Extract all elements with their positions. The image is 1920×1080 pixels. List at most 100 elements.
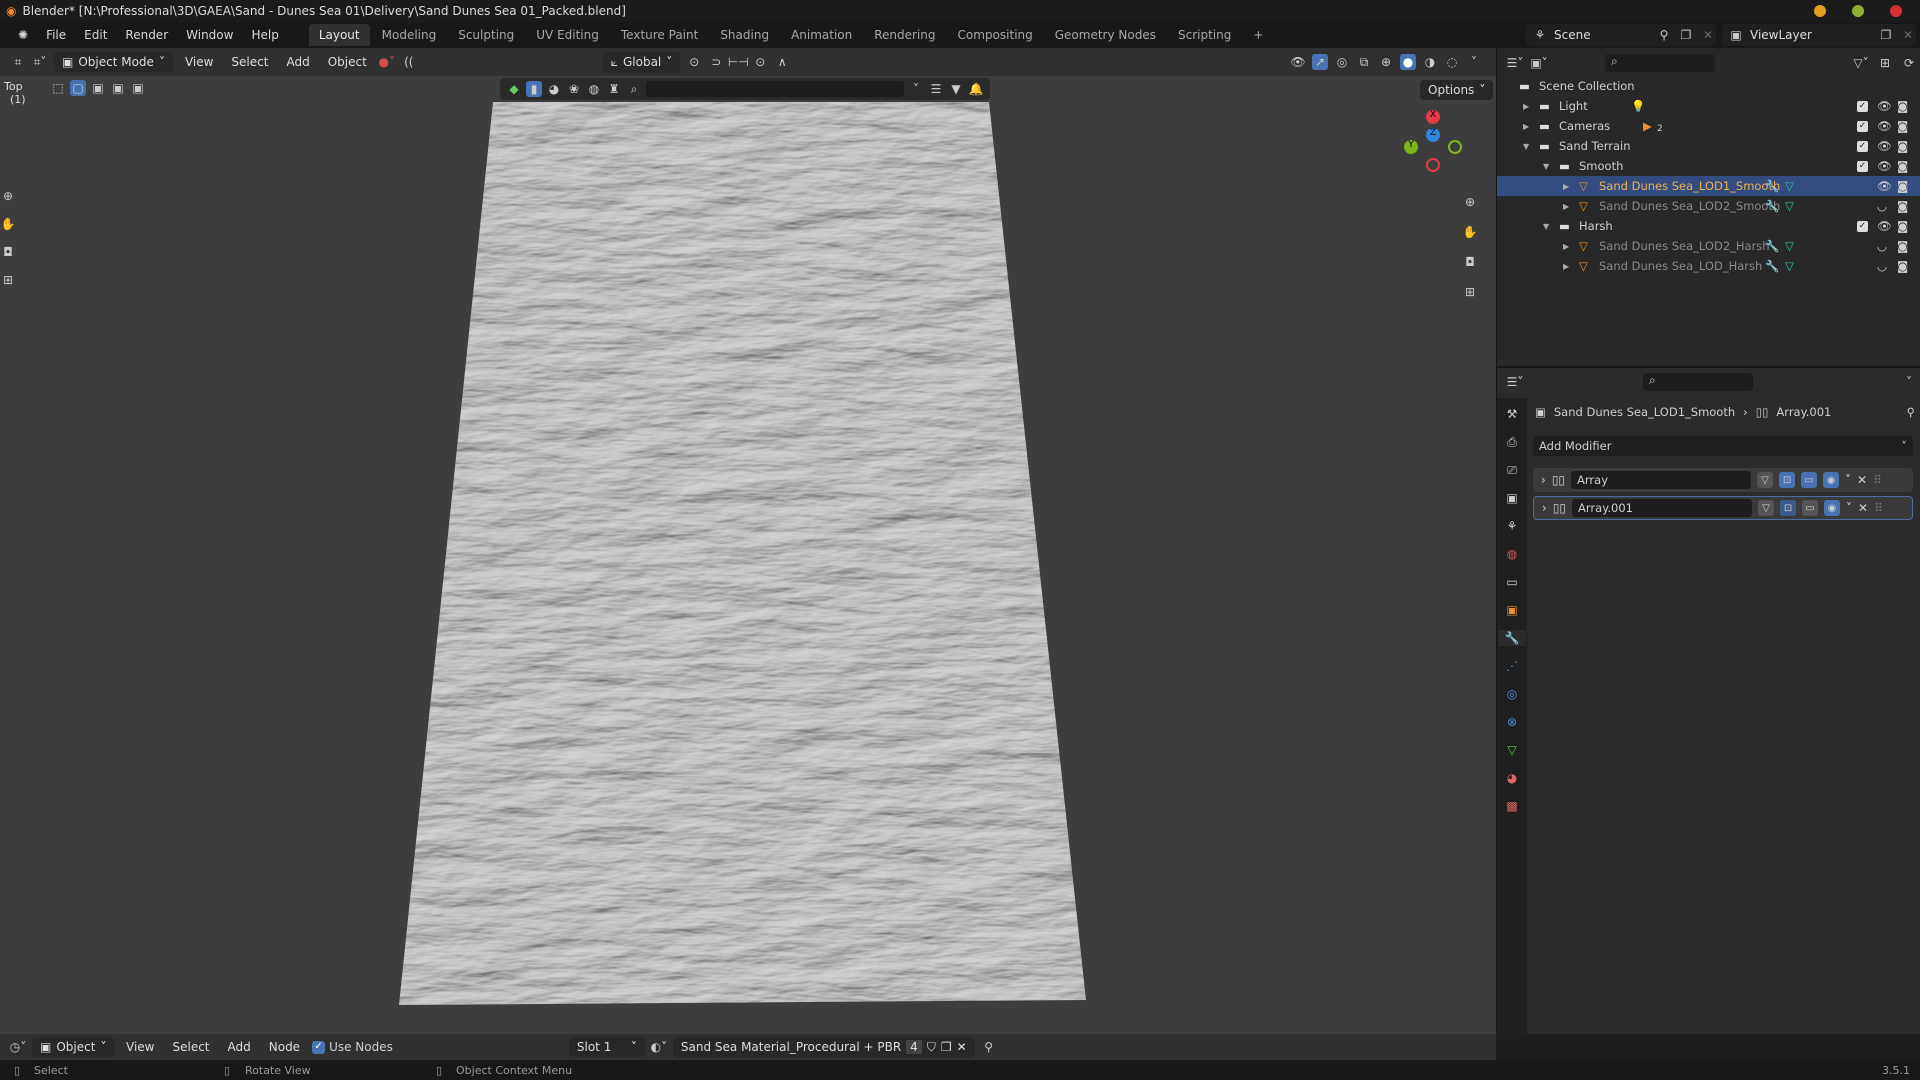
sync-icon[interactable]: ⟳: [1901, 55, 1917, 71]
move-tool-icon[interactable]: ✋: [0, 216, 16, 232]
menu-view[interactable]: View: [120, 1037, 160, 1057]
chevron-down-icon[interactable]: ˅: [908, 81, 924, 97]
axis-y-icon[interactable]: Y: [1404, 140, 1418, 154]
menu-select[interactable]: Select: [225, 52, 274, 72]
scene-tab-icon[interactable]: ⚘: [1504, 518, 1520, 534]
proportional-edit-icon[interactable]: ⊙: [752, 54, 768, 70]
physics-tab-icon[interactable]: ◎: [1504, 686, 1520, 702]
tab-scripting[interactable]: Scripting: [1168, 24, 1241, 46]
exclude-checkbox[interactable]: ✓: [1857, 160, 1868, 172]
tool-tab-icon[interactable]: ⚒: [1504, 406, 1520, 422]
mesh-data-icon[interactable]: ▽: [1785, 259, 1794, 273]
properties-search-input[interactable]: ⌕: [1643, 373, 1753, 391]
material-shading-icon[interactable]: ◑: [1422, 54, 1438, 70]
matcap-icon[interactable]: ◕: [546, 81, 562, 97]
user-count[interactable]: 4: [906, 1040, 922, 1054]
drag-handle-icon[interactable]: ⠿: [1873, 473, 1882, 487]
menu-edit[interactable]: Edit: [76, 25, 115, 45]
camera-render-icon[interactable]: ◙: [1897, 219, 1908, 233]
gizmo-toggle-icon[interactable]: ↗: [1312, 54, 1328, 70]
world-tab-icon[interactable]: ◍: [1504, 546, 1520, 562]
tab-sculpting[interactable]: Sculpting: [448, 24, 524, 46]
orientation-dropdown[interactable]: ⟀ Global ˅: [602, 51, 681, 73]
view-layer-tab-icon[interactable]: ▣: [1504, 490, 1520, 506]
exclude-checkbox[interactable]: ✓: [1857, 100, 1868, 112]
pin-icon[interactable]: ⚲: [1907, 405, 1915, 419]
edit-cage-icon[interactable]: ▽: [1757, 472, 1774, 488]
render-icon[interactable]: ◉: [1823, 472, 1840, 488]
scene-selector[interactable]: ⚘ Scene ⚲ ❐ ✕: [1526, 24, 1716, 46]
world-icon[interactable]: ◍: [586, 81, 602, 97]
xray-icon[interactable]: ⧉: [1356, 54, 1372, 70]
camera-view-icon[interactable]: ◘: [1462, 254, 1478, 270]
menu-view[interactable]: View: [179, 52, 219, 72]
camera-render-icon[interactable]: ◙: [1897, 179, 1908, 193]
viewport-display-icon[interactable]: ▭: [1801, 472, 1818, 488]
chevron-down-icon[interactable]: ˅: [1901, 374, 1917, 390]
modifier-name-input[interactable]: Array.001: [1572, 499, 1753, 517]
outliner-row[interactable]: ▶ ▽ Sand Dunes Sea_LOD2_Harsh 🔧 ▽ ◡ ◙: [1497, 236, 1920, 256]
collection-tab-icon[interactable]: ▭: [1504, 574, 1520, 590]
render-icon[interactable]: ◉: [1824, 500, 1841, 516]
modifier-icon[interactable]: 🔧: [1765, 239, 1779, 253]
add-modifier-dropdown[interactable]: Add Modifier ˅: [1533, 436, 1913, 456]
mode-dropdown[interactable]: ▣ Object Mode ˅: [54, 52, 173, 72]
eye-icon[interactable]: 👁: [1877, 179, 1892, 193]
tab-rendering[interactable]: Rendering: [864, 24, 945, 46]
menu-add[interactable]: Add: [222, 1037, 257, 1057]
snap-icon[interactable]: ⊃: [708, 54, 724, 70]
color-picker-icon[interactable]: ◆: [506, 81, 522, 97]
unlink-icon[interactable]: ✕: [957, 1040, 967, 1054]
select-box-icon[interactable]: ⬚: [50, 80, 66, 96]
new-collection-icon[interactable]: ⊞: [1877, 55, 1893, 71]
collapsed-arrow-icon[interactable]: ▶: [1563, 182, 1569, 191]
3d-viewport[interactable]: Top (1) ⊕ ✋ ◘ ⊞ X Z Y ⊕ ✋ ◘ ⊞ Options ˅: [0, 76, 1496, 1034]
view-layer-selector[interactable]: ▣ ViewLayer ❐ ✕: [1722, 24, 1916, 46]
overlay-icon[interactable]: ◎: [1334, 54, 1350, 70]
gpencil-icon[interactable]: ●˅: [379, 54, 395, 70]
hidden-icon[interactable]: ◡: [1877, 239, 1887, 253]
edit-cage-icon[interactable]: ▽: [1758, 500, 1775, 516]
new-view-layer-icon[interactable]: ❐: [1878, 27, 1894, 43]
hidden-icon[interactable]: ◡: [1877, 199, 1887, 213]
exclude-checkbox[interactable]: ✓: [1857, 120, 1868, 132]
blender-menu-icon[interactable]: ✺: [10, 25, 36, 45]
pin-icon[interactable]: ⚲: [981, 1039, 997, 1055]
select-subtract-icon[interactable]: ▣: [110, 80, 126, 96]
pivot-point-icon[interactable]: ⊙: [686, 54, 702, 70]
material-browse-icon[interactable]: ◐˅: [651, 1039, 667, 1055]
rendered-shading-icon[interactable]: ◌: [1444, 54, 1460, 70]
camera-tool-icon[interactable]: ◘: [0, 244, 16, 260]
texture-tab-icon[interactable]: ▩: [1504, 798, 1520, 814]
tab-uv-editing[interactable]: UV Editing: [526, 24, 609, 46]
zoom-icon[interactable]: ⊕: [1462, 194, 1478, 210]
particles-tab-icon[interactable]: ⋰: [1504, 658, 1520, 674]
fake-user-icon[interactable]: ⛉: [927, 1040, 936, 1055]
camera-render-icon[interactable]: ◙: [1897, 159, 1908, 173]
solid-shading-icon[interactable]: ●: [1400, 54, 1416, 70]
axis-neg-x-icon[interactable]: [1426, 158, 1440, 172]
falloff-curve-icon[interactable]: ∧: [774, 54, 790, 70]
select-extend-icon[interactable]: ▣: [90, 80, 106, 96]
collapsed-arrow-icon[interactable]: ▶: [1563, 202, 1569, 211]
bell-icon[interactable]: 🔔: [968, 81, 984, 97]
add-workspace-button[interactable]: +: [1243, 24, 1273, 46]
collapsed-arrow-icon[interactable]: ▶: [1523, 102, 1529, 111]
menu-window[interactable]: Window: [178, 25, 241, 45]
exclude-checkbox[interactable]: ✓: [1857, 220, 1868, 232]
camera-render-icon[interactable]: ◙: [1897, 139, 1908, 153]
camera-render-icon[interactable]: ◙: [1897, 119, 1908, 133]
grid-tool-icon[interactable]: ⊞: [0, 272, 16, 288]
camera-render-icon[interactable]: ◙: [1897, 99, 1908, 113]
close-button[interactable]: [1890, 5, 1902, 17]
outliner-row[interactable]: ▶ ▽ Sand Dunes Sea_LOD1_Smooth 🔧 ▽ 👁 ◙: [1497, 176, 1920, 196]
navigation-gizmo[interactable]: X Z Y: [1396, 110, 1476, 190]
outliner-row[interactable]: ▼ ▬ Harsh ✓ 👁 ◙: [1497, 216, 1920, 236]
expand-icon[interactable]: ›: [1541, 473, 1546, 487]
outliner-row[interactable]: ▶ ▬ Light 💡 ✓ 👁 ◙: [1497, 96, 1920, 116]
remove-icon[interactable]: ✕: [1858, 501, 1868, 515]
tab-geometry-nodes[interactable]: Geometry Nodes: [1045, 24, 1166, 46]
material-tab-icon[interactable]: ◕: [1504, 770, 1520, 786]
expanded-arrow-icon[interactable]: ▼: [1543, 162, 1549, 171]
axis-x-icon[interactable]: X: [1426, 110, 1440, 124]
